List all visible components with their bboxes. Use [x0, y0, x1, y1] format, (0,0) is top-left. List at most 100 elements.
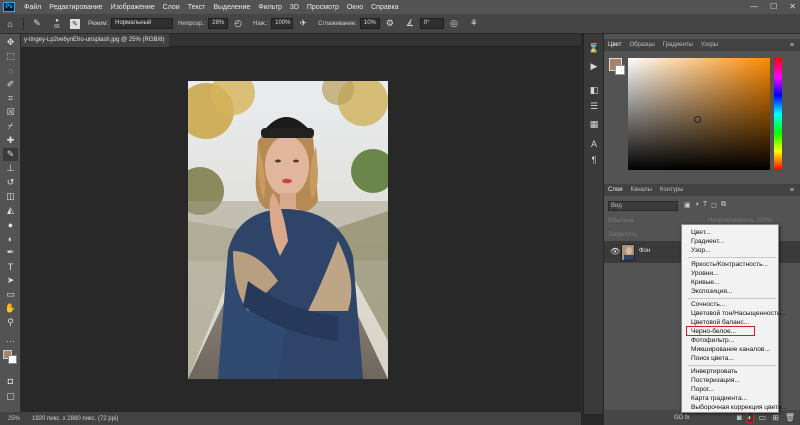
menu-item-vibrance[interactable]: Сочность...: [691, 301, 725, 308]
tab-color[interactable]: Цвет: [604, 42, 625, 48]
menu-3d[interactable]: 3D: [286, 4, 303, 11]
screen-mode-icon[interactable]: ▢: [3, 390, 18, 403]
tab-patterns[interactable]: Узоры: [697, 42, 722, 48]
properties-panel-icon[interactable]: ◧: [588, 84, 600, 96]
menu-item-threshold[interactable]: Порог...: [691, 386, 714, 393]
crop-tool-icon[interactable]: ⌗: [3, 92, 18, 105]
history-brush-icon[interactable]: ↺: [3, 176, 18, 189]
healing-tool-icon[interactable]: ✚: [3, 134, 18, 147]
angle-field[interactable]: 0°: [419, 18, 444, 29]
group-icon[interactable]: ▭: [759, 413, 767, 422]
adjustments-panel-icon[interactable]: ☰: [588, 100, 600, 112]
filter-shape-icon[interactable]: ◻: [711, 201, 717, 209]
path-select-icon[interactable]: ➤: [3, 274, 18, 287]
zoom-level[interactable]: 25%: [0, 416, 32, 422]
character-panel-icon[interactable]: A: [588, 138, 600, 150]
tab-paths[interactable]: Контуры: [656, 187, 688, 193]
background-color-swatch[interactable]: [8, 355, 17, 364]
document-tab[interactable]: y-tingey-Lp2ve6ynEho-unsplash.jpg @ 25% …: [21, 34, 169, 47]
history-panel-icon[interactable]: ⌛: [588, 42, 600, 54]
menu-view[interactable]: Просмотр: [303, 4, 343, 11]
pressure-size-icon[interactable]: ◎: [447, 17, 461, 31]
opacity-pressure-icon[interactable]: ◴: [231, 17, 245, 31]
eyedropper-tool-icon[interactable]: ⌿: [3, 120, 18, 133]
filter-type-icon[interactable]: T: [703, 201, 707, 209]
airbrush-icon[interactable]: ✈: [296, 17, 310, 31]
dodge-tool-icon[interactable]: ◐: [3, 232, 18, 245]
paragraph-panel-icon[interactable]: ¶: [588, 154, 600, 166]
quick-mask-icon[interactable]: ◘: [3, 374, 18, 387]
menu-help[interactable]: Справка: [367, 4, 402, 11]
menu-item-invert[interactable]: Инвертировать: [691, 368, 737, 375]
brush-settings-icon[interactable]: ✎: [70, 18, 80, 29]
layers-menu-icon[interactable]: ≡: [790, 187, 794, 194]
eye-icon[interactable]: 👁: [610, 247, 620, 256]
background-color-box[interactable]: [615, 65, 625, 75]
layer-filter-field[interactable]: Вид: [608, 201, 678, 211]
tab-channels[interactable]: Каналы: [627, 187, 656, 193]
menu-item-color-lookup[interactable]: Поиск цвета...: [691, 355, 734, 362]
menu-item-gradient[interactable]: Градиент...: [691, 238, 724, 245]
menu-window[interactable]: Окно: [343, 4, 367, 11]
new-layer-icon[interactable]: ⊞: [772, 413, 779, 422]
lasso-tool-icon[interactable]: ◌: [3, 64, 18, 77]
more-tools-icon[interactable]: …: [3, 332, 18, 345]
close-window-icon[interactable]: ✕: [789, 2, 796, 11]
layer-name[interactable]: Фон: [639, 248, 650, 254]
menu-item-channel-mixer[interactable]: Микширование каналов...: [691, 346, 770, 353]
menu-item-pattern[interactable]: Узор...: [691, 247, 711, 254]
panel-menu-icon[interactable]: ≡: [790, 42, 794, 49]
tab-swatches[interactable]: Образцы: [625, 42, 658, 48]
maximize-icon[interactable]: ☐: [770, 2, 777, 11]
menu-item-exposure[interactable]: Экспозиция...: [691, 288, 732, 295]
tab-layers[interactable]: Слои: [604, 187, 627, 193]
home-icon[interactable]: ⌂: [3, 17, 17, 31]
hand-tool-icon[interactable]: ✋: [3, 302, 18, 315]
menu-text[interactable]: Текст: [184, 4, 210, 11]
blend-mode-select[interactable]: Обычные: [608, 218, 635, 224]
menu-select[interactable]: Выделение: [209, 4, 254, 11]
menu-item-selective-color[interactable]: Выборочная коррекция цвета...: [691, 404, 787, 411]
frame-tool-icon[interactable]: ☒: [3, 106, 18, 119]
menu-item-posterize[interactable]: Постеризация...: [691, 377, 740, 384]
angle-icon[interactable]: ∡: [403, 17, 417, 31]
zoom-tool-icon[interactable]: ⚲: [3, 316, 18, 329]
add-mask-icon[interactable]: ◙: [737, 413, 742, 422]
mode-select[interactable]: Нормальный: [111, 18, 174, 29]
minimize-icon[interactable]: —: [750, 2, 758, 11]
marquee-tool-icon[interactable]: ⬚: [3, 50, 18, 63]
shape-tool-icon[interactable]: ▭: [3, 288, 18, 301]
menu-filter[interactable]: Фильтр: [254, 4, 286, 11]
adjustment-layer-icon[interactable]: ◐: [746, 412, 754, 423]
stamp-tool-icon[interactable]: ⊥: [3, 162, 18, 175]
menu-item-brightness-contrast[interactable]: Яркость/Контрастность...: [691, 261, 768, 268]
color-cursor[interactable]: [694, 116, 701, 123]
smoothing-field[interactable]: 10%: [359, 18, 380, 29]
menu-item-color-balance[interactable]: Цветовой баланс...: [691, 319, 749, 326]
quick-select-tool-icon[interactable]: ✐: [3, 78, 18, 91]
paint-bucket-icon[interactable]: ◭: [3, 204, 18, 217]
actions-play-icon[interactable]: ▶: [588, 60, 600, 72]
menu-item-solid-color[interactable]: Цвет...: [691, 229, 711, 236]
menu-item-curves[interactable]: Кривые...: [691, 279, 720, 286]
symmetry-icon[interactable]: ⚘: [467, 17, 481, 31]
document-photo[interactable]: [188, 81, 388, 379]
pen-tool-icon[interactable]: ✒: [3, 246, 18, 259]
menu-edit[interactable]: Редактирование: [45, 4, 106, 11]
link-layers-label[interactable]: GO fx: [674, 415, 690, 421]
menu-file[interactable]: Файл: [20, 4, 45, 11]
eraser-tool-icon[interactable]: ◫: [3, 190, 18, 203]
hue-slider[interactable]: [774, 58, 782, 170]
opacity-field[interactable]: 28%: [208, 18, 229, 29]
menu-item-photo-filter[interactable]: Фотофильтр...: [691, 337, 734, 344]
menu-item-gradient-map[interactable]: Карта градиента...: [691, 395, 747, 402]
filter-adjust-icon[interactable]: ◑: [695, 201, 699, 209]
menu-item-black-white[interactable]: Черно-белое...: [691, 328, 736, 335]
smoothing-gear-icon[interactable]: ⚙: [383, 17, 397, 31]
pressure-field[interactable]: 100%: [271, 18, 294, 29]
libraries-panel-icon[interactable]: ▦: [588, 118, 600, 130]
filter-smart-icon[interactable]: ⧉: [721, 201, 726, 209]
tab-gradients[interactable]: Градиенты: [659, 42, 697, 48]
blur-tool-icon[interactable]: ●: [3, 218, 18, 231]
brush-tool-icon[interactable]: ✎: [30, 17, 44, 31]
